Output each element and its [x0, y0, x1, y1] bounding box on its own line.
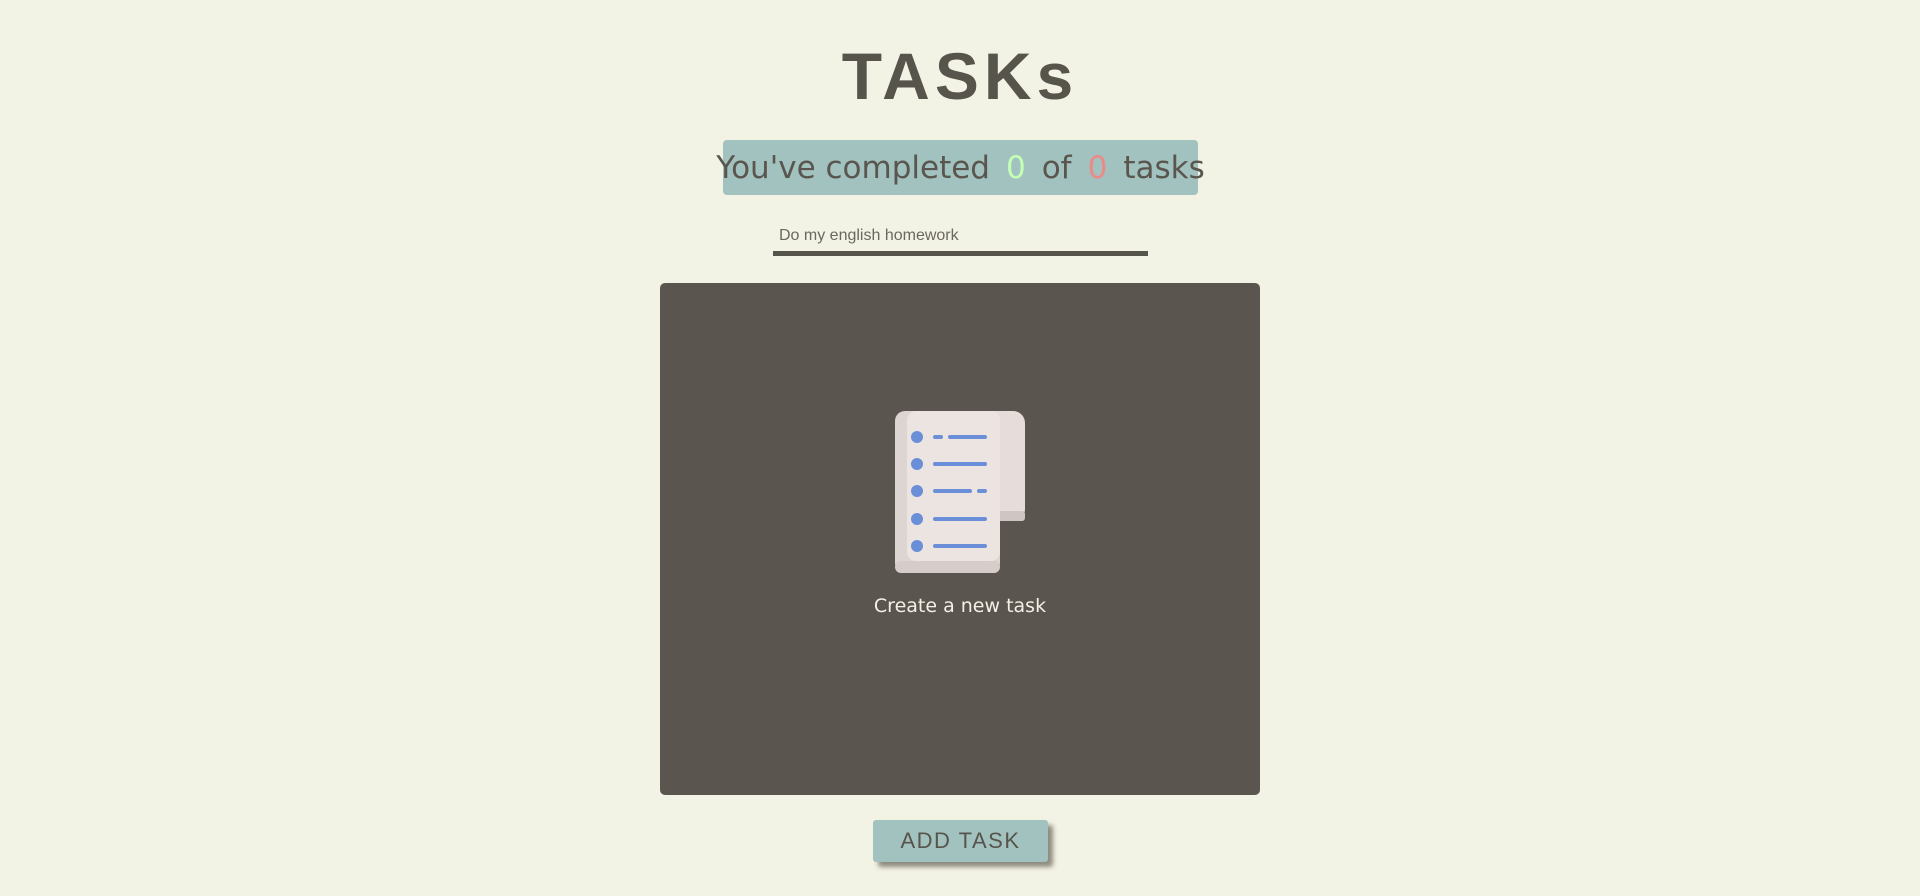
page-title: TASKs — [841, 39, 1079, 113]
add-task-button[interactable]: ADD TASK — [873, 820, 1048, 862]
tasks-page: TASKs You've completed 0 of 0 tasks Do m… — [0, 0, 1920, 896]
new-task-input[interactable] — [773, 220, 1148, 256]
total-count: 0 — [1087, 149, 1108, 186]
counter-suffix: tasks — [1123, 149, 1205, 186]
counter-prefix: You've completed — [716, 149, 990, 186]
completion-counter: You've completed 0 of 0 tasks — [716, 140, 1205, 195]
completed-count: 0 — [1005, 149, 1026, 186]
task-list-panel: Create a new task — [660, 283, 1260, 795]
document-list-icon — [895, 411, 1025, 573]
empty-state-message: Create a new task — [873, 595, 1047, 617]
counter-middle: of — [1041, 149, 1072, 186]
